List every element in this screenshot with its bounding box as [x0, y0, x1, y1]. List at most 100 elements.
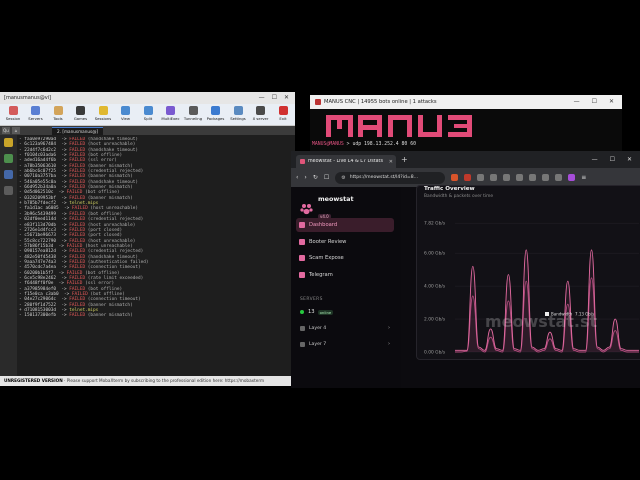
- nav-icon: [299, 238, 305, 245]
- nav-icon: [299, 222, 305, 228]
- extensions-icon[interactable]: [529, 174, 537, 181]
- back-icon[interactable]: ‹: [296, 174, 298, 181]
- brand-name: meowstat: [318, 195, 354, 203]
- toolbar-x-server-button[interactable]: X server: [250, 104, 272, 126]
- card-title: Traffic Overview: [424, 186, 475, 192]
- bot-hash: 150137300efb: [24, 313, 57, 319]
- close-icon[interactable]: ✕: [284, 92, 289, 104]
- support-message: Please support MobaXterm by subscribing …: [66, 378, 224, 383]
- minimize-icon[interactable]: —: [592, 156, 598, 163]
- cnc-window: MANUS CNC | 14955 bots online | 1 attack…: [310, 95, 622, 157]
- online-count: 13: [308, 309, 315, 315]
- site-info-icon[interactable]: ⚙: [341, 172, 345, 184]
- sftp-icon[interactable]: [4, 186, 13, 195]
- reload-icon[interactable]: ↻: [313, 174, 318, 181]
- bot-hash: c5671be96673: [24, 233, 57, 239]
- browser-tab[interactable]: meowstat - Live L4 & L7 Dstats ✕: [296, 155, 396, 168]
- toolbar-settings-button[interactable]: Settings: [227, 104, 249, 126]
- close-icon[interactable]: ✕: [609, 95, 614, 109]
- toolbar-games-button[interactable]: Games: [70, 104, 92, 126]
- forward-icon[interactable]: ›: [304, 174, 306, 181]
- terminal-output[interactable]: - faa0e97290ad -> FAILED (handshake time…: [19, 137, 291, 374]
- traffic-chart[interactable]: 0.00 Gb/s 2.00 Gb/s 4.00 Gb/s 6.00 Gb/s 7.82…: [417, 204, 640, 358]
- brave-shield-icon[interactable]: [451, 174, 459, 181]
- toolbar-servers-button[interactable]: Servers: [25, 104, 47, 126]
- bot-hash: fa1d1ac a6085: [24, 206, 59, 212]
- toolbar-packages-button[interactable]: Packages: [205, 104, 227, 126]
- new-tab-button[interactable]: +: [401, 155, 408, 164]
- support-link[interactable]: https://mobaxterm: [225, 378, 264, 383]
- maximize-icon[interactable]: ☐: [610, 156, 615, 163]
- media-icon[interactable]: [516, 174, 524, 181]
- status-text: FAILED: [66, 281, 83, 287]
- toolbar-split-button[interactable]: Split: [137, 104, 159, 126]
- menu-icon[interactable]: ≡: [581, 174, 586, 181]
- sidebar-item-scam-expose[interactable]: Scam Expose: [296, 251, 394, 265]
- packages-icon: [211, 106, 220, 115]
- reason-text: (host unreachable): [87, 238, 136, 244]
- star-icon[interactable]: [4, 138, 13, 147]
- arrow: ->: [56, 302, 70, 308]
- tools-icon: [53, 106, 63, 115]
- bot-hash: 60200b1b5f7: [24, 270, 54, 276]
- macros-icon[interactable]: [4, 170, 13, 179]
- arrow: ->: [56, 233, 70, 239]
- sidebar-item-layer-7[interactable]: Layer 7 ›: [300, 341, 390, 347]
- cnc-titlebar: MANUS CNC | 14955 bots online | 1 attack…: [310, 95, 622, 109]
- online-dot-icon: [300, 310, 304, 314]
- minimize-icon[interactable]: —: [259, 92, 265, 104]
- y-tick-label: 0.00 Gb/s: [424, 350, 446, 356]
- bot-hash: 00710a3757ba: [24, 174, 57, 180]
- tab-close-icon[interactable]: ✕: [389, 159, 393, 165]
- status-text: FAILED: [69, 297, 86, 303]
- reason-text: (handshake timeout): [87, 179, 139, 185]
- status-text: FAILED: [69, 147, 86, 153]
- profile-icon[interactable]: [568, 174, 576, 181]
- tools-sidebar-icon[interactable]: [4, 154, 13, 163]
- session-icon: [8, 106, 18, 115]
- quick-connect-button[interactable]: Qu: [2, 127, 10, 134]
- settings-icon: [233, 106, 243, 115]
- vpn-icon[interactable]: [555, 174, 563, 181]
- arrow: ->: [53, 190, 67, 196]
- sidebar-item-telegram[interactable]: Telegram: [296, 268, 394, 282]
- wallet-icon[interactable]: [542, 174, 550, 181]
- sidebar-item-booter-review[interactable]: Booter Review: [296, 235, 394, 249]
- maximize-icon[interactable]: ☐: [592, 95, 597, 109]
- y-tick-label: 6.00 Gb/s: [424, 251, 446, 257]
- close-icon[interactable]: ✕: [627, 156, 632, 163]
- sidebar-toggle-icon[interactable]: [477, 174, 485, 181]
- sidebar-item-dashboard[interactable]: Dashboard: [296, 218, 394, 232]
- bookmark-icon[interactable]: ☐: [324, 174, 329, 181]
- toolbar-tunneling-button[interactable]: Tunneling: [182, 104, 204, 126]
- toolbar-sessions-button[interactable]: Sessions: [92, 104, 114, 126]
- reason-text: (banner mismatch): [87, 313, 133, 319]
- cnc-command-line: MANUS@MANUS > udp 198.13.252.4 80 60: [312, 142, 416, 147]
- session-tab[interactable]: 2. [manusmanus@]: [52, 126, 104, 135]
- share-icon[interactable]: [490, 174, 498, 181]
- toolbar-label: View: [120, 116, 130, 121]
- toolbar-session-button[interactable]: Session: [2, 104, 24, 126]
- address-bar[interactable]: ⚙ https://meowstat.st/l4?id=8...: [335, 171, 446, 184]
- reason-text: (bot offline): [87, 286, 123, 292]
- sidebar-item-layer-4[interactable]: Layer 4 ›: [300, 325, 390, 331]
- toolbar-tools-button[interactable]: Tools: [47, 104, 69, 126]
- home-tab-icon[interactable]: ⌂: [12, 127, 20, 134]
- rewards-icon[interactable]: [464, 174, 472, 181]
- reason-text: (host unreachable): [87, 222, 136, 228]
- mobaxterm-toolbar: Session Servers Tools Games Sessions View Spli…: [0, 104, 295, 126]
- cnc-terminal[interactable]: MANUS@MANUS > udp 198.13.252.4 80 60: [310, 109, 622, 157]
- toolbar-view-button[interactable]: View: [115, 104, 137, 126]
- series-line[interactable]: [455, 249, 639, 351]
- browser-tabstrip: meowstat - Live L4 & L7 Dstats ✕ + — ☐ ✕: [291, 151, 640, 168]
- reason-text: (ssl error): [87, 158, 117, 164]
- reader-mode-icon[interactable]: [503, 174, 511, 181]
- reason-text: (host unreachable): [87, 142, 136, 148]
- nav-label: Dashboard: [309, 222, 338, 228]
- minimize-icon[interactable]: —: [574, 95, 580, 109]
- toolbar-exit-button[interactable]: Exit: [272, 104, 294, 126]
- bot-hash: 098157ea812d: [24, 249, 57, 255]
- toolbar-multiexec-button[interactable]: MultiExec: [160, 104, 182, 126]
- maximize-icon[interactable]: ☐: [272, 92, 277, 104]
- status-text: FAILED: [69, 254, 86, 260]
